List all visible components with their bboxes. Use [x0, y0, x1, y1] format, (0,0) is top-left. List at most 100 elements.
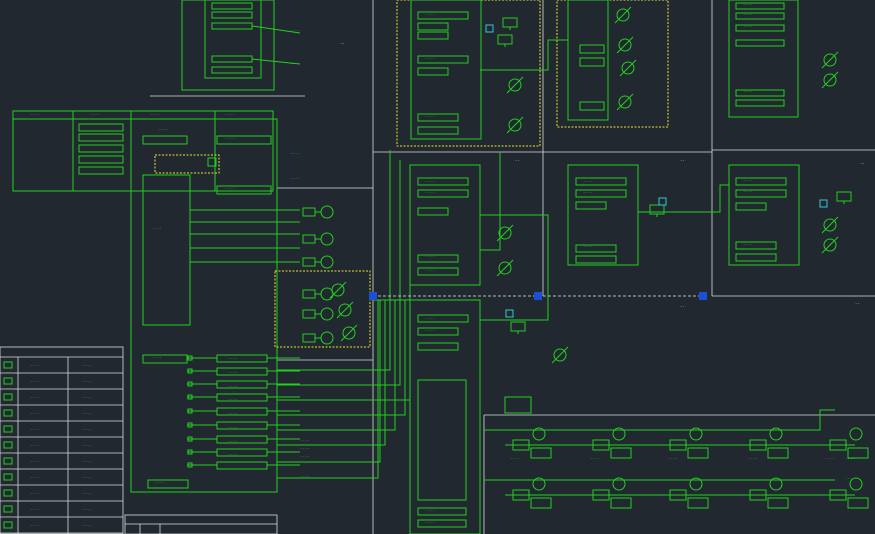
selection-line[interactable] [369, 292, 707, 300]
schematic-label: ---- [425, 190, 435, 195]
top-middle-block [396, 0, 669, 147]
legend-code: ---- [82, 507, 92, 512]
legend-symbol [3, 473, 13, 481]
bottom-camera-bus [484, 409, 855, 496]
grip-left[interactable] [369, 292, 377, 300]
legend-label: ---- [30, 523, 40, 528]
schematic-label: ---- [743, 12, 753, 17]
schematic-label: ---- [425, 268, 435, 273]
schematic-label: ---- [425, 328, 435, 333]
legend-symbol [3, 521, 13, 529]
schematic-label: ---- [583, 244, 593, 249]
schematic-label: ---- [743, 24, 753, 29]
schematic-label: ---- [228, 411, 238, 416]
schematic-label: ---- [743, 2, 753, 7]
schematic-label: ---- [30, 112, 40, 117]
schematic-label: ---- [158, 127, 168, 132]
legend-label: ---- [30, 363, 40, 368]
device-symbols [302, 6, 869, 509]
schematic-label: ---- [152, 355, 162, 360]
legend-label: ---- [30, 507, 40, 512]
legend-label: ---- [30, 395, 40, 400]
schematic-label: ---- [425, 12, 435, 17]
schematic-label: ---- [228, 439, 238, 444]
legend-label: ---- [30, 459, 40, 464]
legend-code: ---- [82, 475, 92, 480]
legend-label: ---- [30, 491, 40, 496]
schematic-label: ---- [583, 190, 593, 195]
legend-code: ---- [82, 459, 92, 464]
schematic-label: ---- [583, 179, 593, 184]
legend-label: ---- [30, 411, 40, 416]
zone-label: -- [860, 161, 865, 166]
schematic-label: ---- [845, 476, 855, 481]
camera-group-highlight [274, 270, 371, 348]
schematic-label: ---- [300, 474, 310, 479]
schematic-label: ---- [228, 384, 238, 389]
zone-label: -- [855, 301, 860, 306]
schematic-label: ---- [228, 356, 238, 361]
legend-symbol [3, 361, 13, 369]
schematic-label: ---- [300, 438, 310, 443]
zone-label: -- [340, 41, 345, 46]
legend-label: ---- [30, 475, 40, 480]
grip-mid[interactable] [534, 292, 542, 300]
schematic-label: ---- [152, 226, 162, 231]
top-right-block [728, 0, 799, 118]
legend-symbol [3, 457, 13, 465]
legend-label: ---- [30, 443, 40, 448]
schematic-label: ---- [228, 397, 238, 402]
title-block [124, 514, 278, 534]
schematic-label: ---- [225, 186, 235, 191]
legend-code: ---- [82, 427, 92, 432]
network-schematic[interactable]: ---- -------- -------- -------- -------- ----… [0, 0, 875, 534]
legend-code: ---- [82, 443, 92, 448]
schematic-label: ---- [290, 28, 300, 33]
schematic-label: ---- [743, 178, 753, 183]
legend-symbol [3, 441, 13, 449]
schematic-label: ---- [743, 89, 753, 94]
schematic-label: ---- [743, 242, 753, 247]
zone-label: -- [515, 158, 520, 163]
schematic-label: ---- [425, 56, 435, 61]
legend-table: ---- ---- ---- ---- ---- ---- ---- ---- ---- ----… [0, 346, 124, 534]
schematic-label: ---- [150, 112, 160, 117]
legend-code: ---- [82, 411, 92, 416]
legend-code: ---- [82, 523, 92, 528]
schematic-label: ---- [590, 456, 600, 461]
schematic-label: ---- [743, 189, 753, 194]
schematic-label: ---- [290, 176, 300, 181]
schematic-label: ---- [155, 480, 165, 485]
legend-symbol [3, 505, 13, 513]
schematic-label: ---- [845, 456, 855, 461]
schematic-label: ---- [300, 454, 310, 459]
legend-symbol [3, 489, 13, 497]
schematic-label: ---- [228, 425, 238, 430]
zone-label: -- [680, 158, 685, 163]
legend-label: ---- [30, 379, 40, 384]
schematic-label: ---- [825, 456, 835, 461]
cad-drawing-canvas[interactable]: ---- ---- ---- ---- ---- ---- ---- ---- ---- ----… [0, 0, 875, 534]
zone-label: -- [680, 304, 685, 309]
schematic-label: ---- [290, 61, 300, 66]
schematic-label: ---- [425, 508, 435, 513]
legend-label: ---- [30, 427, 40, 432]
legend-symbol [3, 409, 13, 417]
schematic-label: ---- [225, 136, 235, 141]
legend-code: ---- [82, 379, 92, 384]
schematic-label: ---- [510, 456, 520, 461]
schematic-label: ---- [228, 452, 238, 457]
legend-symbol [3, 425, 13, 433]
center-blocks [409, 164, 800, 286]
schematic-label: ---- [228, 370, 238, 375]
schematic-label: ---- [748, 456, 758, 461]
tiny-labels: ---- ---- ---- ------------------------ ----… [30, 2, 865, 525]
schematic-label: ---- [425, 520, 435, 525]
legend-symbol [3, 377, 13, 385]
grip-right[interactable] [699, 292, 707, 300]
schematic-label: ---- [225, 112, 235, 117]
schematic-label: ---- [290, 151, 300, 156]
main-panel [12, 110, 278, 493]
legend-code: ---- [82, 395, 92, 400]
legend-code: ---- [82, 363, 92, 368]
